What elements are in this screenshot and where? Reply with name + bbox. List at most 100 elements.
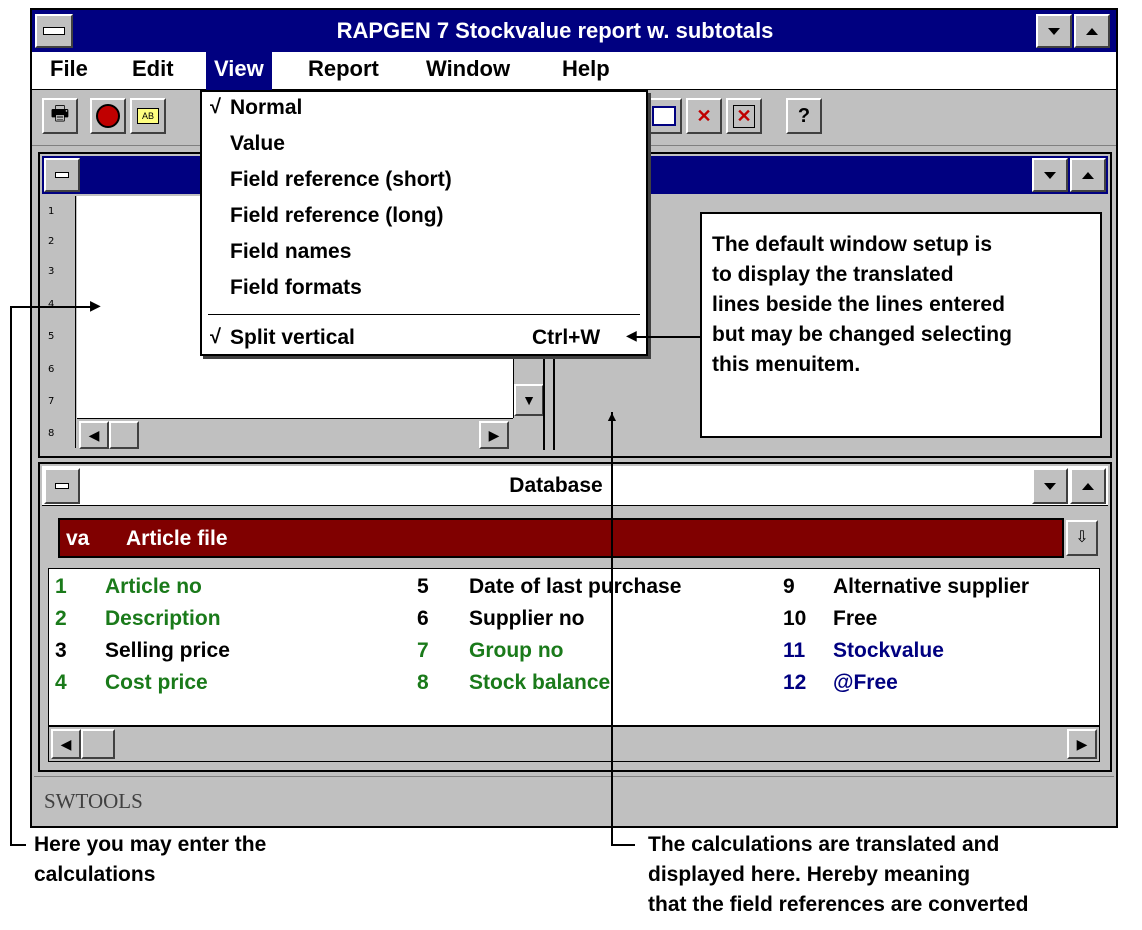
menu-item-field-formats[interactable]: Field formats: [230, 276, 362, 300]
callout-line: displayed here. Hereby meaning: [648, 863, 971, 886]
field-list: 1 Article no 2 Description 3 Selling pri…: [48, 568, 1100, 726]
editor-maximize-button[interactable]: [1070, 158, 1106, 192]
field-name[interactable]: Cost price: [105, 671, 208, 695]
field-name[interactable]: Article no: [105, 575, 202, 599]
database-minimize-icon: [1044, 482, 1056, 490]
editor-scroll-right-button[interactable]: ▶: [479, 421, 509, 449]
editor-scroll-down-button[interactable]: ▼: [514, 384, 544, 416]
file-selector[interactable]: va Article file: [58, 518, 1064, 558]
field-name[interactable]: Group no: [469, 639, 563, 663]
line-number: 2: [48, 236, 55, 247]
leader-line-right-bottom: [611, 844, 635, 846]
field-name[interactable]: Stockvalue: [833, 639, 944, 663]
line-number: 5: [48, 331, 55, 342]
file-selector-dropdown-button[interactable]: ⇩: [1066, 520, 1098, 556]
menu-item-field-reference-long[interactable]: Field reference (long): [230, 204, 444, 228]
field-number: 1: [55, 575, 67, 598]
editor-scroll-left-button[interactable]: ◀: [79, 421, 109, 449]
record-button[interactable]: [90, 98, 126, 134]
checkmark-icon: √: [210, 326, 221, 348]
callout-line: Here you may enter the: [34, 833, 267, 856]
callout-line: The default window setup is: [712, 233, 993, 256]
database-system-menu-button[interactable]: [44, 468, 80, 504]
field-name[interactable]: Stock balance: [469, 671, 610, 695]
callout-line: that the field references are converted: [648, 893, 1029, 916]
cascade-button[interactable]: [646, 98, 682, 134]
arrow-left-icon: ◀: [60, 736, 72, 752]
arrow-left-icon: ◀: [626, 327, 637, 343]
menu-window[interactable]: Window: [426, 56, 510, 82]
editor-scroll-thumb[interactable]: [109, 421, 139, 449]
menu-item-split-vertical[interactable]: Split vertical: [230, 326, 355, 350]
database-maximize-button[interactable]: [1070, 468, 1106, 504]
print-button[interactable]: 🖶: [42, 98, 78, 134]
menu-edit[interactable]: Edit: [132, 56, 174, 82]
line-number: 6: [48, 364, 55, 375]
database-horizontal-scrollbar[interactable]: ◀ ▶: [48, 726, 1100, 762]
database-minimize-button[interactable]: [1032, 468, 1068, 504]
field-name[interactable]: Supplier no: [469, 607, 585, 631]
window-title: RAPGEN 7 Stockvalue report w. subtotals: [336, 18, 774, 43]
menu-item-value[interactable]: Value: [230, 132, 285, 156]
field-number: 5: [417, 575, 429, 598]
menu-report[interactable]: Report: [308, 56, 379, 82]
arrow-up-icon: ▲: [605, 408, 619, 424]
callout-translated-calculations: The calculations are translated and disp…: [648, 830, 1028, 920]
ab-icon: AB: [137, 108, 159, 124]
menu-item-field-reference-short[interactable]: Field reference (short): [230, 168, 452, 192]
line-number: 1: [48, 206, 55, 217]
ab-button[interactable]: AB: [130, 98, 166, 134]
menu-view[interactable]: View: [206, 52, 272, 90]
field-number: 3: [55, 639, 67, 662]
status-text: SWTOOLS: [44, 789, 143, 813]
editor-system-menu-button[interactable]: [44, 158, 80, 192]
database-maximize-icon: [1082, 482, 1094, 490]
help-button[interactable]: ?: [786, 98, 822, 134]
menu-item-split-shortcut: Ctrl+W: [532, 326, 601, 349]
field-name[interactable]: @Free: [833, 671, 898, 695]
leader-line-left-top: [10, 306, 96, 308]
arrow-right-icon: ▶: [488, 427, 500, 443]
maximize-button[interactable]: [1074, 14, 1110, 48]
minimize-button[interactable]: [1036, 14, 1072, 48]
field-number: 6: [417, 607, 429, 630]
minimize-icon: [1048, 27, 1060, 35]
menu-help[interactable]: Help: [562, 56, 610, 82]
editor-minimize-icon: [1044, 171, 1056, 179]
delete-window-button[interactable]: ✕: [686, 98, 722, 134]
file-code: va: [66, 527, 90, 550]
field-number: 4: [55, 671, 67, 694]
database-scroll-thumb[interactable]: [81, 729, 115, 759]
field-name[interactable]: Description: [105, 607, 221, 631]
line-number: 3: [48, 266, 55, 277]
arrow-left-icon: ◀: [88, 427, 100, 443]
menu-file[interactable]: File: [50, 56, 88, 82]
database-scroll-left-button[interactable]: ◀: [51, 729, 81, 759]
menu-item-normal[interactable]: Normal: [230, 96, 302, 120]
callout-enter-calculations: Here you may enter the calculations: [34, 830, 266, 890]
database-scroll-right-button[interactable]: ▶: [1067, 729, 1097, 759]
line-number: 8: [48, 428, 55, 439]
maximize-icon: [1086, 27, 1098, 35]
editor-minimize-button[interactable]: [1032, 158, 1068, 192]
callout-line: lines beside the lines entered: [712, 293, 1005, 316]
arrow-right-icon: ▶: [1076, 736, 1088, 752]
field-name[interactable]: Alternative supplier: [833, 575, 1029, 599]
leader-line-menu: [636, 336, 702, 338]
menu-item-field-names[interactable]: Field names: [230, 240, 351, 264]
field-name[interactable]: Free: [833, 607, 877, 631]
menu-bar: File Edit View Report Window Help: [32, 52, 1116, 90]
editor-horizontal-scrollbar[interactable]: ◀ ▶: [77, 418, 513, 450]
editor-system-menu-icon: [55, 172, 69, 178]
leader-line-left-bottom: [10, 844, 26, 846]
field-number: 12: [783, 671, 807, 694]
field-name[interactable]: Selling price: [105, 639, 230, 663]
system-menu-icon: [43, 27, 65, 35]
record-icon: [96, 104, 120, 128]
field-number: 9: [783, 575, 795, 598]
callout-line: calculations: [34, 863, 156, 886]
system-menu-button[interactable]: [35, 14, 73, 48]
close-all-button[interactable]: ✕: [726, 98, 762, 134]
callout-line: but may be changed selecting: [712, 323, 1012, 346]
field-name[interactable]: Date of last purchase: [469, 575, 681, 599]
